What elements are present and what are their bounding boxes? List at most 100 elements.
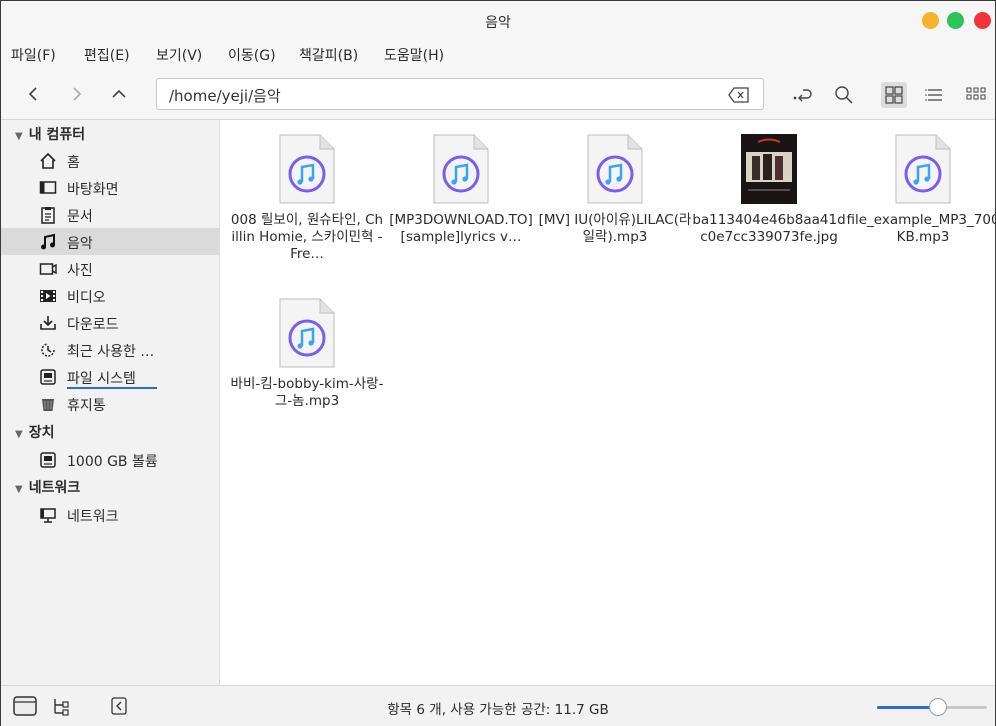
sidebar-header-label: 네트워크 — [28, 480, 81, 496]
icon-view-button[interactable] — [881, 82, 907, 108]
menu-bookmarks[interactable]: 책갈피(B) — [299, 45, 358, 65]
sidebar-header-label: 장치 — [28, 425, 55, 441]
maximize-button[interactable] — [947, 12, 964, 29]
sidebar-item-label: 홈 — [67, 155, 80, 171]
go-button[interactable] — [789, 82, 815, 108]
sidebar-item-label: 다운로드 — [67, 317, 119, 333]
compact-view-icon — [966, 87, 986, 100]
document-icon — [41, 207, 55, 224]
sidebar-item-documents[interactable]: 문서 — [1, 201, 219, 228]
sidebar-header-my-computer[interactable]: ▼ 내 컴퓨터 — [15, 124, 85, 144]
menu-help[interactable]: 도움말(H) — [384, 45, 444, 65]
collapse-triangle-icon: ▼ — [15, 131, 23, 142]
download-icon — [40, 316, 56, 330]
audio-file-icon — [895, 134, 951, 204]
collapse-triangle-icon: ▼ — [15, 484, 23, 495]
recent-icon — [41, 343, 55, 357]
music-icon — [41, 233, 55, 250]
trash-icon — [42, 399, 54, 411]
search-button[interactable] — [831, 82, 857, 108]
chevron-right-icon — [73, 87, 82, 101]
sidebar-item-volume[interactable]: 1000 GB 볼륨 — [1, 446, 219, 473]
status-text: 항목 6 개, 사용 가능한 공간: 11.7 GB — [387, 702, 609, 718]
sidebar-header-network[interactable]: ▼ 네트워크 — [15, 477, 80, 497]
file-name: ba113404e46b8aa41dc0e7cc339073fe.jpg — [692, 212, 846, 245]
file-view[interactable]: 008 릴보이, 원슈타인, Chillin Homie, 스카이민혁 - Fr… — [220, 120, 996, 685]
menu-view[interactable]: 보기(V) — [156, 45, 202, 65]
file-item[interactable]: file_example_MP3_700KB.mp3 — [846, 134, 996, 246]
menu-go[interactable]: 이동(G) — [228, 45, 276, 65]
file-item[interactable]: ba113404e46b8aa41dc0e7cc339073fe.jpg — [692, 134, 846, 246]
video-icon — [40, 290, 56, 302]
file-name: 008 릴보이, 원슈타인, Chillin Homie, 스카이민혁 - Fr… — [230, 212, 384, 262]
zoom-slider[interactable] — [877, 698, 987, 716]
sidebar-item-trash[interactable]: 휴지통 — [1, 390, 219, 417]
file-name: [MP3DOWNLOAD.TO] [sample]lyrics v… — [389, 212, 533, 245]
search-icon — [835, 86, 853, 104]
image-thumbnail — [741, 134, 797, 204]
sidebar-item-label: 네트워크 — [67, 509, 119, 525]
audio-file-icon — [279, 134, 335, 204]
menu-edit[interactable]: 편집(E) — [84, 45, 130, 65]
toolbar: /home/yeji/음악 — [1, 69, 995, 120]
list-view-button[interactable] — [922, 82, 948, 108]
file-name: [MV] IU(아이유)LILAC(라일락).mp3 — [538, 212, 692, 245]
sidebar-item-network[interactable]: 네트워크 — [1, 501, 219, 528]
sidebar-item-music[interactable]: 음악 — [1, 228, 219, 255]
titlebar[interactable]: 음악 — [1, 1, 995, 39]
sidebar-header-devices[interactable]: ▼ 장치 — [15, 422, 54, 442]
sidebar-item-videos[interactable]: 비디오 — [1, 282, 219, 309]
minimize-button[interactable] — [922, 12, 939, 29]
sidebar-item-label: 파일 시스템 — [67, 371, 136, 387]
sidebar-item-home[interactable]: 홈 — [1, 147, 219, 174]
sidebar-item-recent[interactable]: 최근 사용한 … — [1, 336, 219, 363]
sidebar-item-label: 1000 GB 볼륨 — [67, 454, 158, 470]
home-icon — [40, 152, 56, 169]
disk-usage-bar — [67, 387, 157, 389]
drive-icon — [40, 369, 56, 385]
audio-file-icon — [279, 298, 335, 368]
location-path[interactable]: /home/yeji/음악 — [169, 85, 281, 106]
file-manager-window: 음악 파일(F) 편집(E) 보기(V) 이동(G) 책갈피(B) 도움말(H)… — [0, 0, 996, 726]
network-icon — [40, 508, 56, 523]
menubar: 파일(F) 편집(E) 보기(V) 이동(G) 책갈피(B) 도움말(H) — [1, 39, 995, 69]
chevron-up-icon — [112, 89, 126, 98]
file-item[interactable]: 008 릴보이, 원슈타인, Chillin Homie, 스카이민혁 - Fr… — [230, 134, 384, 263]
window-title: 음악 — [485, 15, 511, 31]
file-item[interactable]: [MP3DOWNLOAD.TO] [sample]lyrics v… — [384, 134, 538, 246]
pictures-icon — [39, 263, 57, 275]
audio-file-icon — [587, 134, 643, 204]
zoom-slider-thumb[interactable] — [929, 698, 947, 716]
drive-icon — [40, 452, 56, 468]
file-item[interactable]: [MV] IU(아이유)LILAC(라일락).mp3 — [538, 134, 692, 246]
file-item[interactable]: 바비-킴-bobby-kim-사랑-그-놈.mp3 — [230, 298, 384, 410]
sidebar-item-label: 휴지통 — [67, 398, 106, 414]
file-name: file_example_MP3_700KB.mp3 — [846, 212, 996, 245]
sidebar-item-label: 사진 — [67, 263, 93, 279]
up-button[interactable] — [107, 82, 131, 106]
desktop-icon — [39, 181, 57, 194]
back-button[interactable] — [21, 82, 45, 106]
sidebar-item-label: 최근 사용한 … — [67, 344, 155, 360]
file-name: 바비-킴-bobby-kim-사랑-그-놈.mp3 — [230, 376, 384, 409]
menu-file[interactable]: 파일(F) — [11, 45, 56, 65]
go-icon — [793, 89, 812, 102]
sidebar-header-label: 내 컴퓨터 — [28, 127, 86, 143]
sidebar-item-label: 비디오 — [67, 290, 106, 306]
compact-view-button[interactable] — [963, 82, 989, 108]
grid-view-icon — [885, 86, 903, 104]
sidebar-item-desktop[interactable]: 바탕화면 — [1, 174, 219, 201]
sidebar-item-filesystem[interactable]: 파일 시스템 — [1, 363, 219, 390]
sidebar-item-downloads[interactable]: 다운로드 — [1, 309, 219, 336]
backspace-icon — [728, 87, 749, 103]
statusbar: 항목 6 개, 사용 가능한 공간: 11.7 GB — [1, 685, 995, 726]
location-bar[interactable]: /home/yeji/음악 — [156, 78, 764, 110]
forward-button[interactable] — [65, 82, 89, 106]
chevron-left-icon — [28, 87, 37, 101]
sidebar-item-label: 바탕화면 — [67, 182, 119, 198]
audio-file-icon — [433, 134, 489, 204]
clear-location-button[interactable] — [727, 85, 751, 105]
collapse-triangle-icon: ▼ — [15, 429, 23, 440]
close-button[interactable] — [974, 12, 991, 29]
sidebar-item-pictures[interactable]: 사진 — [1, 255, 219, 282]
